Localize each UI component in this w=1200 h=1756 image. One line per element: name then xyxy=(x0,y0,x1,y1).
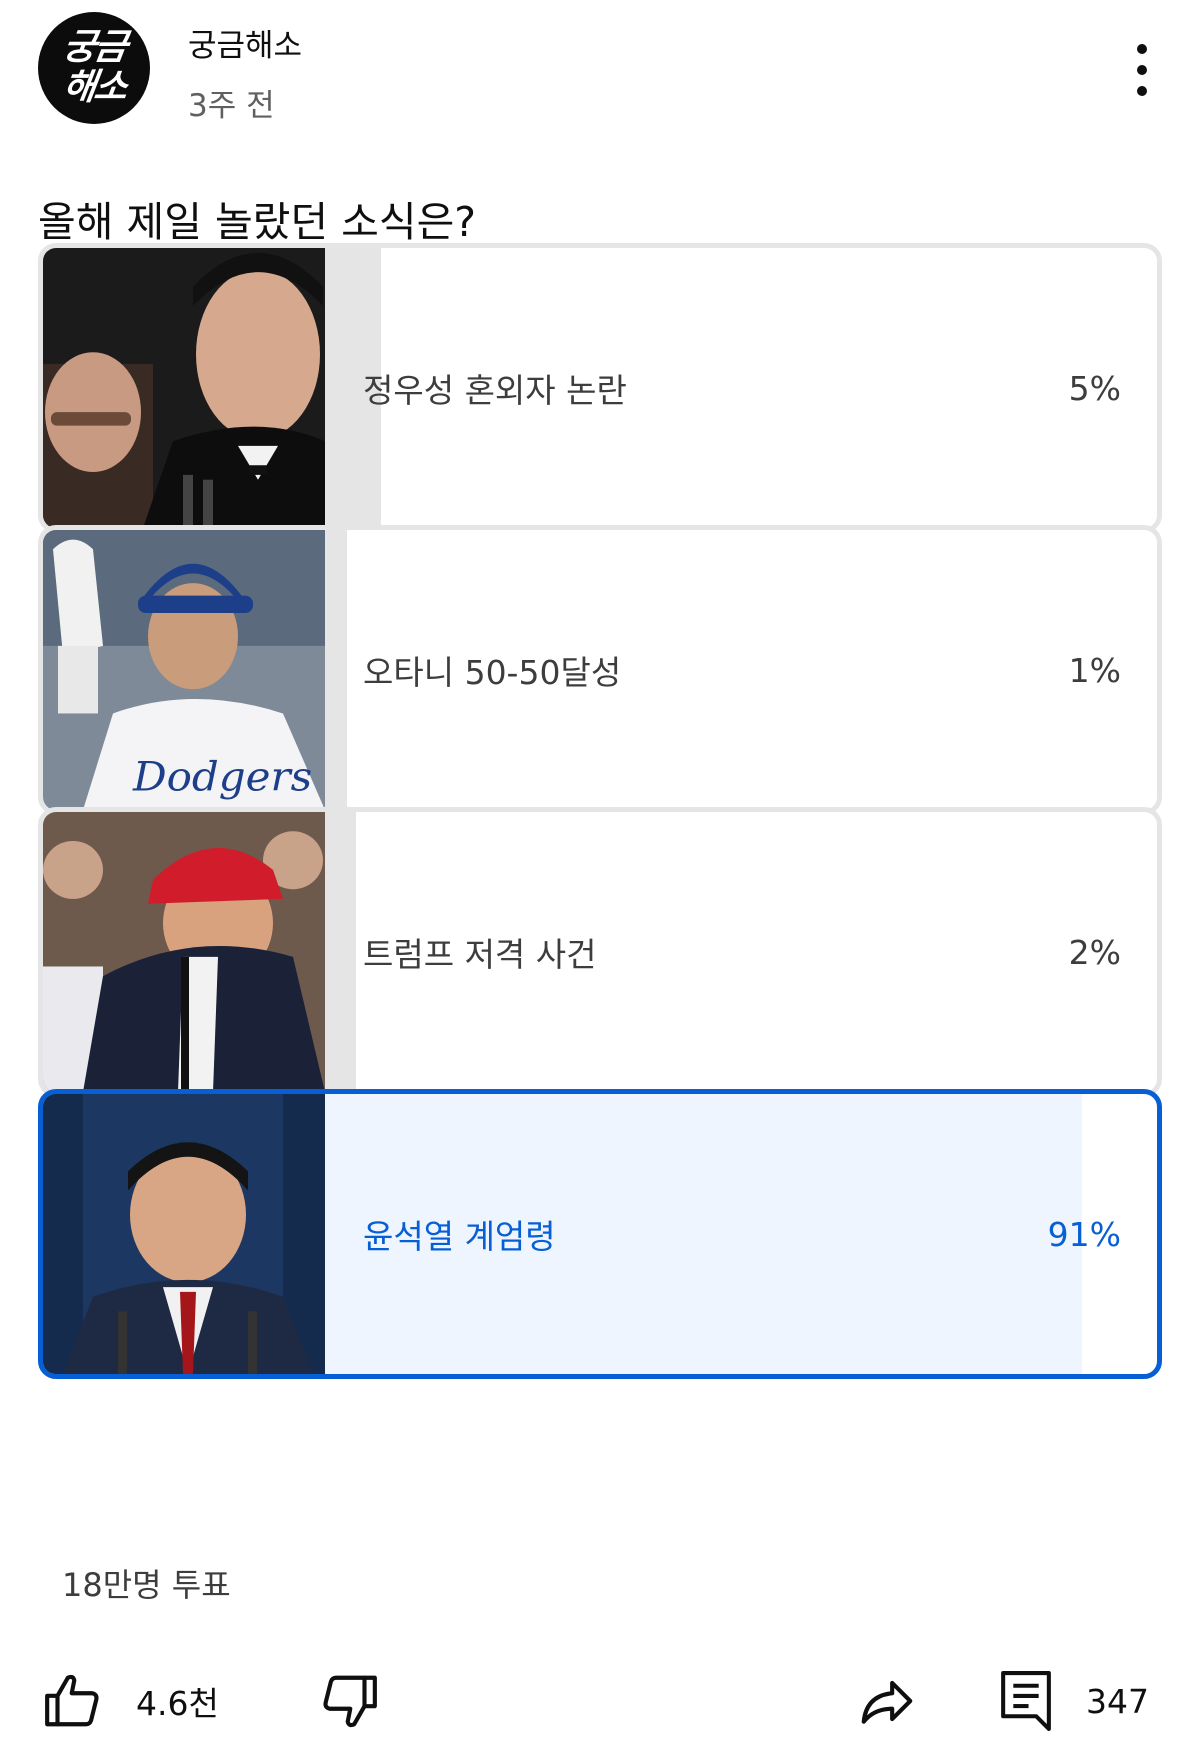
poll-option-3[interactable]: 트럼프 저격 사건 2% xyxy=(38,807,1162,1097)
like-button[interactable]: 4.6천 xyxy=(42,1656,219,1746)
svg-text:Dodgers: Dodgers xyxy=(132,753,312,800)
avatar-text-line-1: 궁금 xyxy=(60,27,129,68)
poll-option-2[interactable]: Dodgers 오타니 50-50달성 1% xyxy=(38,525,1162,815)
channel-name[interactable]: 궁금해소 xyxy=(188,20,302,65)
post-header: 궁금 해소 궁금해소 3주 전 xyxy=(0,0,1200,140)
comment-icon xyxy=(998,1668,1054,1734)
poll-option-fill xyxy=(325,812,356,1092)
dislike-button[interactable] xyxy=(318,1656,380,1746)
poll-option-label: 정우성 혼외자 논란 xyxy=(363,371,627,410)
poll-option-label: 윤석열 계엄령 xyxy=(363,1217,556,1256)
share-button[interactable] xyxy=(855,1656,919,1746)
poll-option-label: 오타니 50-50달성 xyxy=(363,653,622,692)
more-options-icon[interactable] xyxy=(1122,40,1162,100)
poll-option-percent: 2% xyxy=(1068,932,1121,972)
thumbs-up-icon xyxy=(42,1670,104,1732)
poll-option-1[interactable]: 정우성 혼외자 논란 5% xyxy=(38,243,1162,533)
poll-option-percent: 1% xyxy=(1068,650,1121,690)
poll-option-4[interactable]: 윤석열 계엄령 91% xyxy=(38,1089,1162,1379)
thumbs-down-icon xyxy=(318,1670,380,1732)
poll-option-image xyxy=(43,1094,325,1374)
poll-option-image: Dodgers xyxy=(43,530,325,810)
poll-option-image xyxy=(43,248,325,528)
like-count: 4.6천 xyxy=(136,1684,219,1723)
poll-option-fill xyxy=(325,530,348,810)
vote-count: 18만명 투표 xyxy=(62,1566,231,1604)
poll-option-image xyxy=(43,812,325,1092)
share-icon xyxy=(855,1670,919,1732)
poll-question: 올해 제일 놀랐던 소식은? xyxy=(38,198,477,246)
action-bar: 4.6천 347 xyxy=(0,1656,1200,1746)
comment-count: 347 xyxy=(1086,1681,1149,1721)
post-time: 3주 전 xyxy=(188,88,275,124)
poll-option-label: 트럼프 저격 사건 xyxy=(363,935,597,974)
poll-option-percent: 91% xyxy=(1047,1214,1121,1254)
channel-avatar[interactable]: 궁금 해소 xyxy=(38,12,150,124)
avatar-text-line-2: 해소 xyxy=(60,67,129,108)
comments-button[interactable]: 347 xyxy=(998,1656,1149,1746)
poll-option-percent: 5% xyxy=(1068,368,1121,408)
